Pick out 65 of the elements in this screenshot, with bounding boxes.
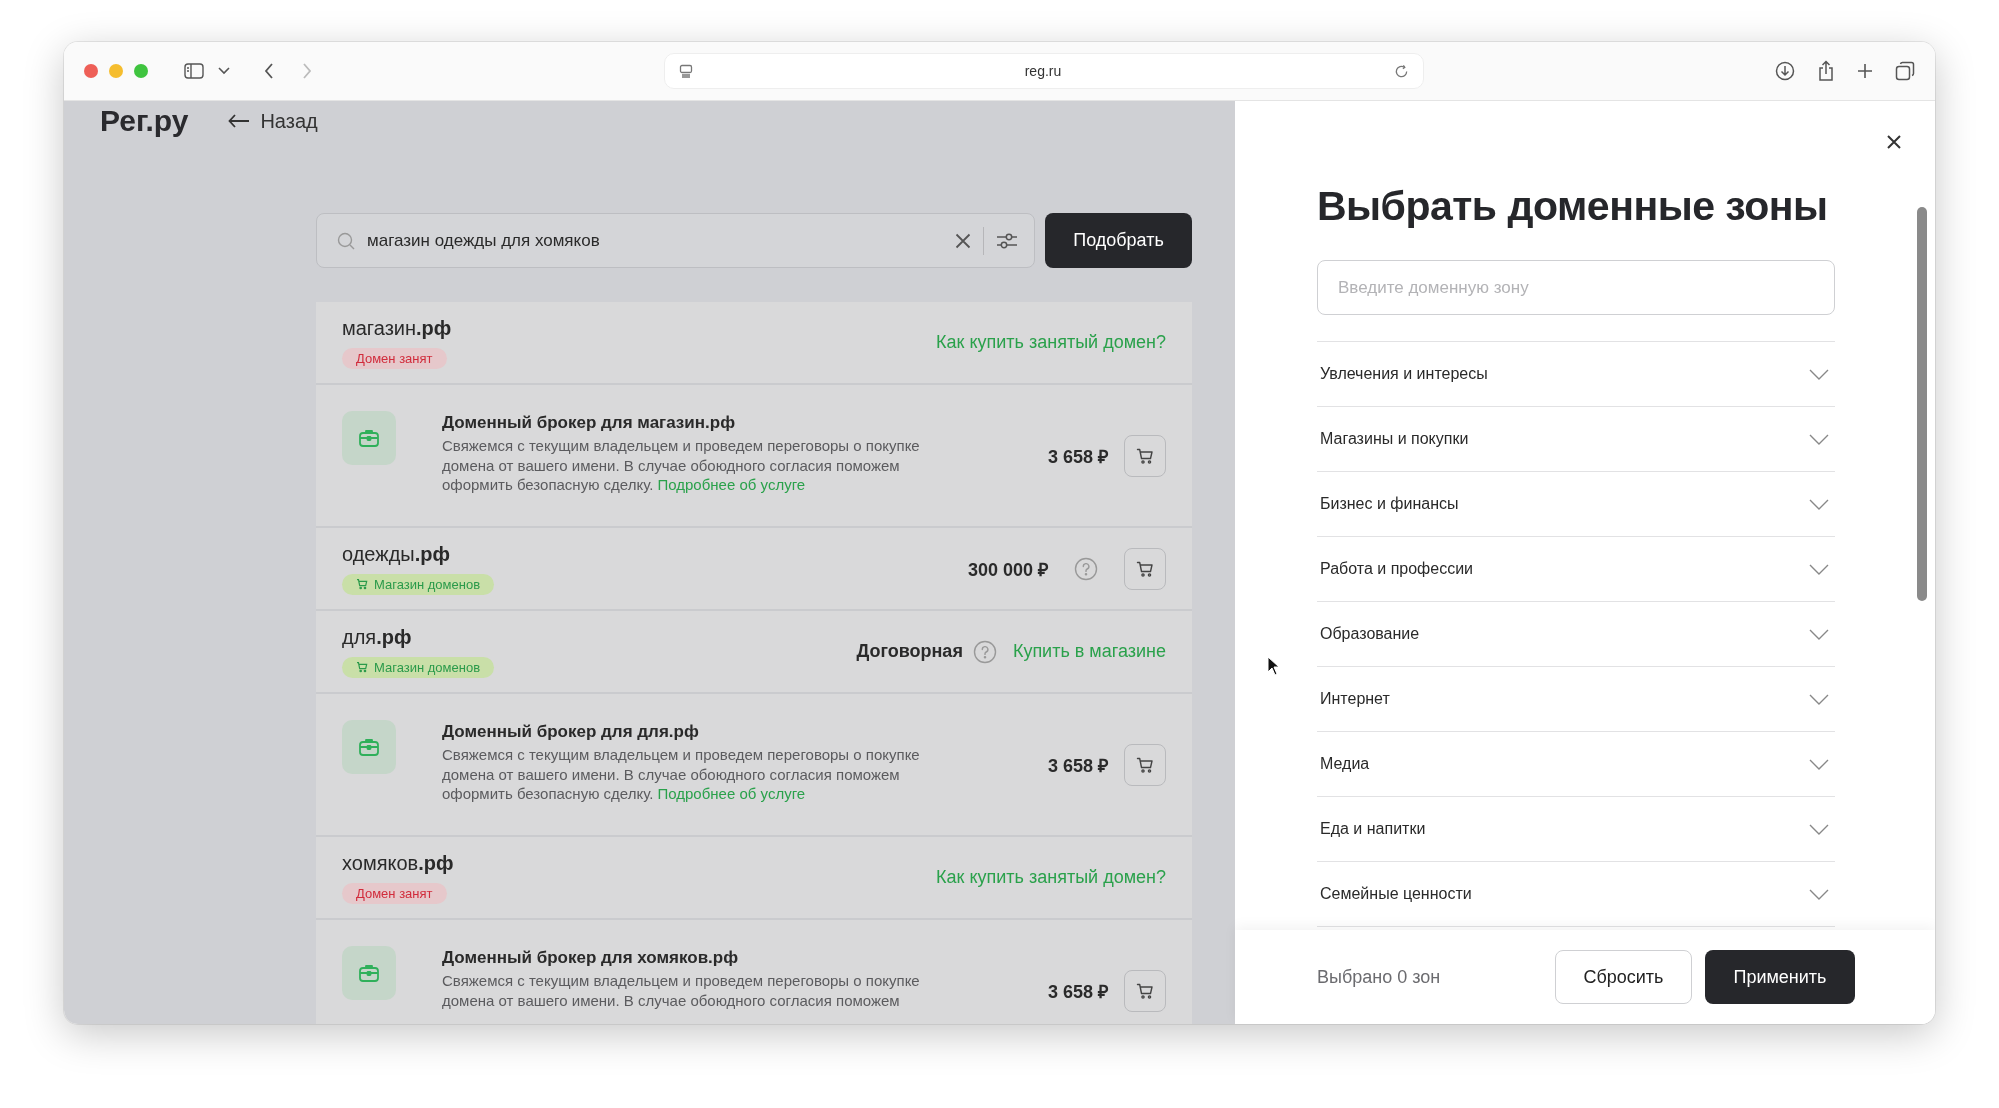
- category-item[interactable]: Работа и профессии: [1317, 537, 1835, 602]
- category-item[interactable]: Медиа: [1317, 732, 1835, 797]
- category-item[interactable]: Увлечения и интересы: [1317, 342, 1835, 407]
- category-item[interactable]: Семейные ценности: [1317, 862, 1835, 927]
- share-icon[interactable]: [1817, 60, 1835, 82]
- briefcase-icon: [342, 411, 396, 465]
- close-window-button[interactable]: [84, 64, 98, 78]
- price: 300 000 ₽: [967, 558, 1048, 581]
- cart-icon: [1136, 446, 1154, 465]
- domain-name: одежды.рф: [342, 542, 451, 566]
- category-item[interactable]: Еда и напитки: [1317, 797, 1835, 862]
- price: 3 658 ₽: [1047, 754, 1108, 777]
- broker-description: Свяжемся с текущим владельцем и проведем переговоры о покупке домена от вашего имени. В случае обоюдного согласия поможем оформить безопасную сделку. Подробнее об услуге: [442, 745, 921, 804]
- panel-title: Выбрать доменные зоны: [1317, 183, 1829, 230]
- category-item[interactable]: Бизнес и финансы: [1317, 472, 1835, 537]
- search-button[interactable]: Подобрать: [1045, 213, 1192, 268]
- reset-button[interactable]: Сбросить: [1555, 950, 1692, 1004]
- cursor-icon: [1267, 656, 1280, 676]
- back-link[interactable]: Назад: [228, 109, 318, 133]
- cart-icon: [1136, 755, 1154, 774]
- domain-name: для.рф: [342, 625, 413, 649]
- status-badge: Магазин доменов: [342, 573, 495, 595]
- cart-icon: [1136, 981, 1154, 1000]
- scrollbar[interactable]: [1917, 207, 1927, 601]
- briefcase-icon: [342, 720, 396, 774]
- sidebar-icon[interactable]: [184, 63, 204, 79]
- cart-button[interactable]: [1124, 969, 1166, 1012]
- price: 3 658 ₽: [1047, 980, 1108, 1003]
- selected-count: Выбрано 0 зон: [1317, 966, 1441, 988]
- reload-icon[interactable]: [1393, 63, 1409, 79]
- search-icon: [337, 231, 355, 250]
- page-icon: [678, 64, 693, 78]
- zoom-window-button[interactable]: [134, 64, 148, 78]
- domain-name: магазин.рф: [342, 316, 452, 340]
- status-badge: Домен занят: [342, 882, 447, 904]
- category-item[interactable]: Образование: [1317, 602, 1835, 667]
- clear-icon[interactable]: [955, 232, 971, 249]
- domain-name: хомяков.рф: [342, 851, 454, 875]
- search-field[interactable]: магазин одежды для хомяков: [316, 213, 1035, 268]
- address-bar[interactable]: reg.ru: [663, 53, 1424, 89]
- logo[interactable]: Рег.ру: [100, 104, 189, 138]
- category-item[interactable]: Интернет: [1317, 667, 1835, 732]
- category-item[interactable]: Магазины и покупки: [1317, 407, 1835, 472]
- cart-icon: [1136, 559, 1154, 578]
- price: 3 658 ₽: [1047, 445, 1108, 468]
- back-icon[interactable]: [264, 63, 274, 79]
- broker-description: Свяжемся с текущим владельцем и проведем переговоры о покупке домена от вашего имени. В случае обоюдного согласия поможем: [442, 971, 921, 1010]
- broker-title: Доменный брокер для хомяков.рф: [442, 948, 740, 968]
- cart-button[interactable]: [1124, 434, 1166, 477]
- price: Договорная: [856, 641, 963, 662]
- download-icon[interactable]: [1775, 61, 1795, 81]
- cart-button[interactable]: [1124, 743, 1166, 786]
- broker-title: Доменный брокер для магазин.рф: [442, 413, 736, 433]
- arrow-left-icon: [228, 114, 251, 128]
- status-badge: Домен занят: [342, 347, 447, 369]
- briefcase-icon: [342, 946, 396, 1000]
- apply-button[interactable]: Применить: [1705, 950, 1855, 1004]
- broker-description: Свяжемся с текущим владельцем и проведем переговоры о покупке домена от вашего имени. В случае обоюдного согласия поможем оформить безопасную сделку. Подробнее об услуге: [442, 436, 921, 495]
- new-tab-icon[interactable]: [1857, 63, 1873, 79]
- cart-button[interactable]: [1124, 547, 1166, 590]
- chevron-down-icon[interactable]: [218, 67, 230, 75]
- status-badge: Магазин доменов: [342, 656, 495, 678]
- tabs-icon[interactable]: [1895, 61, 1915, 81]
- zone-search-field[interactable]: Введите доменную зону: [1317, 260, 1835, 315]
- broker-title: Доменный брокер для для.рф: [442, 722, 700, 742]
